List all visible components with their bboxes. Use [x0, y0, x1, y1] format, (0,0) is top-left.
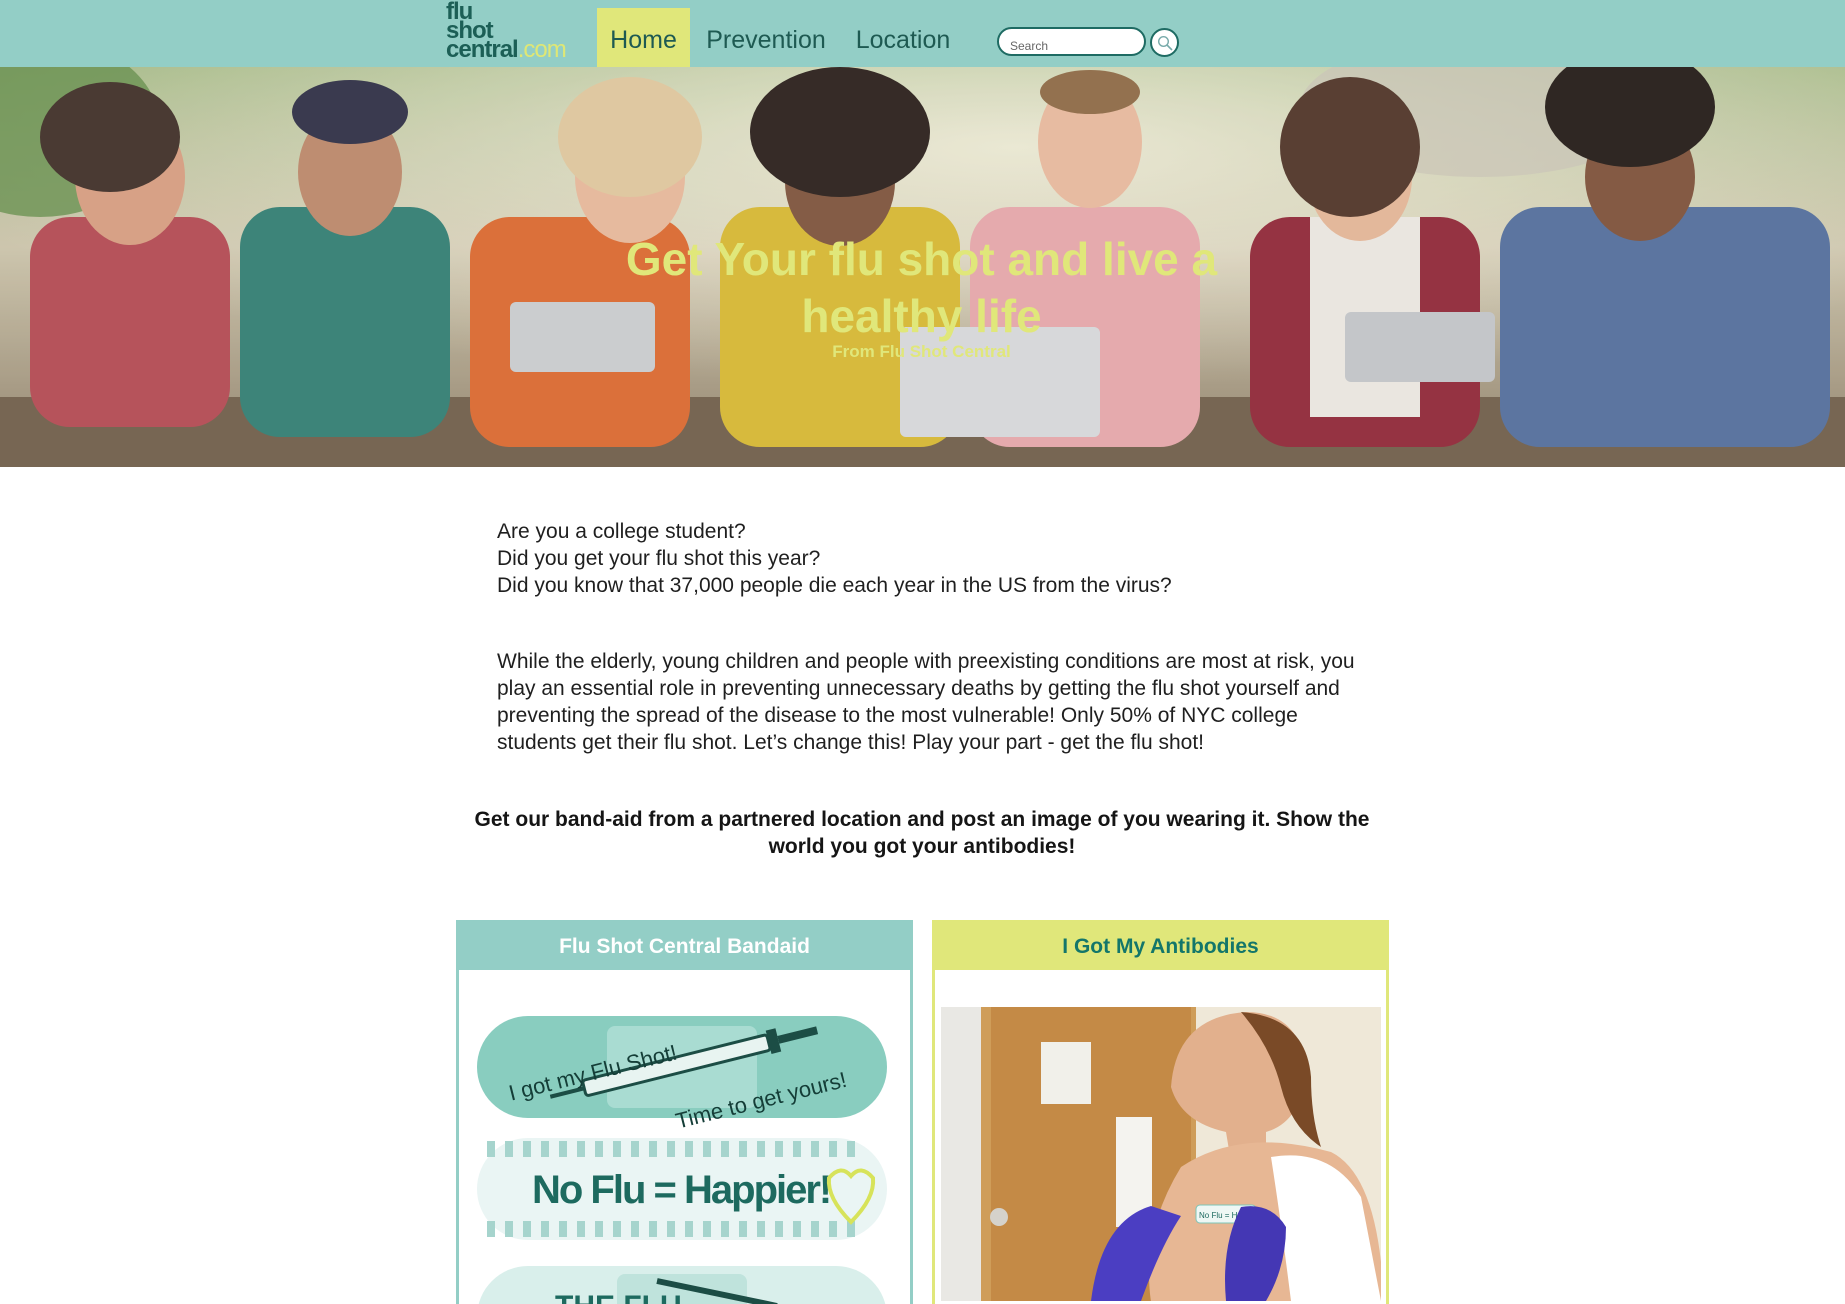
- bandaid-photo: No Flu = Happier!: [941, 1007, 1381, 1301]
- nav-home[interactable]: Home: [597, 8, 690, 67]
- question-2: Did you get your flu shot this year?: [497, 547, 821, 570]
- bandaid-card: Flu Shot Central Bandaid I got my Flu Sh…: [456, 920, 913, 1304]
- question-1: Are you a college student?: [497, 520, 746, 543]
- nav-location[interactable]: Location: [846, 8, 960, 67]
- logo-suffix: .com: [517, 36, 567, 63]
- antibodies-card: I Got My Antibodies No Flu = Happier!: [932, 920, 1389, 1304]
- search-button[interactable]: [1150, 28, 1179, 57]
- antibodies-card-title: I Got My Antibodies: [935, 923, 1386, 970]
- logo-word-central: central: [446, 36, 519, 63]
- bandaid-3-text: THE FLU: [555, 1290, 682, 1304]
- bandaid-card-title: Flu Shot Central Bandaid: [459, 923, 910, 970]
- question-3: Did you know that 37,000 people die each…: [497, 574, 1172, 597]
- intro-paragraph: While the elderly, young children and pe…: [497, 650, 1355, 754]
- intro-questions: Are you a college student? Did you get y…: [497, 518, 1377, 599]
- nav-prevention[interactable]: Prevention: [700, 8, 832, 67]
- search-icon: [1157, 35, 1173, 51]
- bandaid-designs-image: I got my Flu Shot! Time to get yours! No…: [477, 1016, 887, 1304]
- hero-banner: Get Your flu shot and live a healthy lif…: [0, 67, 1845, 467]
- bandaid-callout: Get our band-aid from a partnered locati…: [474, 808, 1370, 858]
- search-input[interactable]: [997, 27, 1146, 56]
- top-nav: flu shot central.com Home Prevention Loc…: [0, 0, 1845, 67]
- hero-subtitle: From Flu Shot Central: [832, 342, 1011, 361]
- hero-title: Get Your flu shot and live a healthy lif…: [625, 233, 1218, 342]
- bandaid-2-text: No Flu = Happier!: [532, 1168, 830, 1212]
- site-logo[interactable]: flu shot central.com: [446, 0, 576, 62]
- logo-line-3: central.com: [446, 38, 576, 62]
- woman-with-bandaid-image: No Flu = Happier!: [941, 1007, 1381, 1301]
